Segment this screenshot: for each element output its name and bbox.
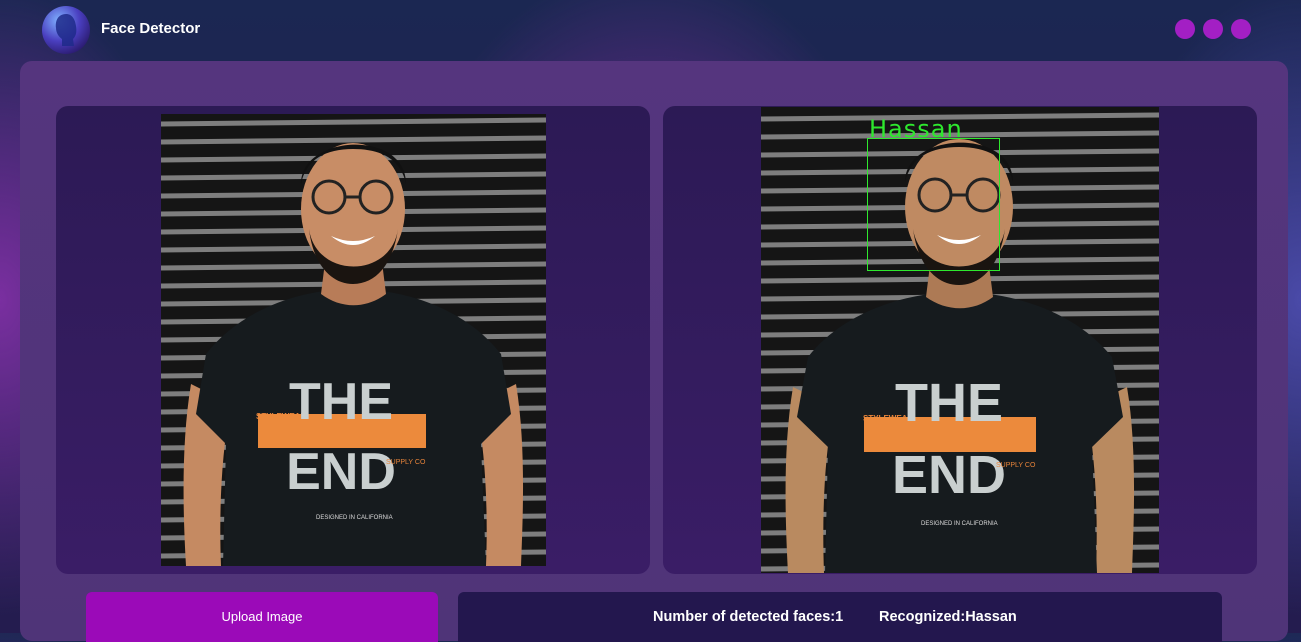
svg-text:END: END (892, 445, 1006, 505)
results-bar: Number of detected faces:1 Recognized:Ha… (458, 592, 1222, 642)
svg-text:END: END (286, 443, 396, 501)
face-silhouette-icon (42, 6, 90, 54)
svg-text:SUPPLY CO: SUPPLY CO (996, 462, 1036, 469)
svg-text:DESIGNED IN CALIFORNIA: DESIGNED IN CALIFORNIA (921, 521, 998, 527)
svg-text:DESIGNED IN CALIFORNIA: DESIGNED IN CALIFORNIA (316, 515, 393, 521)
window-controls (1175, 19, 1251, 39)
upload-image-button[interactable]: Upload Image (86, 592, 438, 642)
window-dot-1[interactable] (1175, 19, 1195, 39)
face-name-label: Hassan (869, 115, 963, 143)
app-title: Face Detector (101, 20, 201, 37)
detected-faces-count: Number of detected faces:1 (653, 609, 844, 625)
svg-text:THE: THE (289, 373, 393, 431)
svg-text:SUPPLY CO: SUPPLY CO (386, 459, 426, 466)
window-dot-2[interactable] (1203, 19, 1223, 39)
svg-text:THE: THE (895, 373, 1003, 433)
original-image: STYLEWEAR THE END SUPPLY CO DESIGNED IN … (161, 114, 546, 566)
recognized-name: Recognized:Hassan (879, 609, 1017, 625)
window-dot-3[interactable] (1231, 19, 1251, 39)
face-bounding-box (867, 138, 1000, 271)
app-header: Face Detector (0, 0, 1301, 60)
